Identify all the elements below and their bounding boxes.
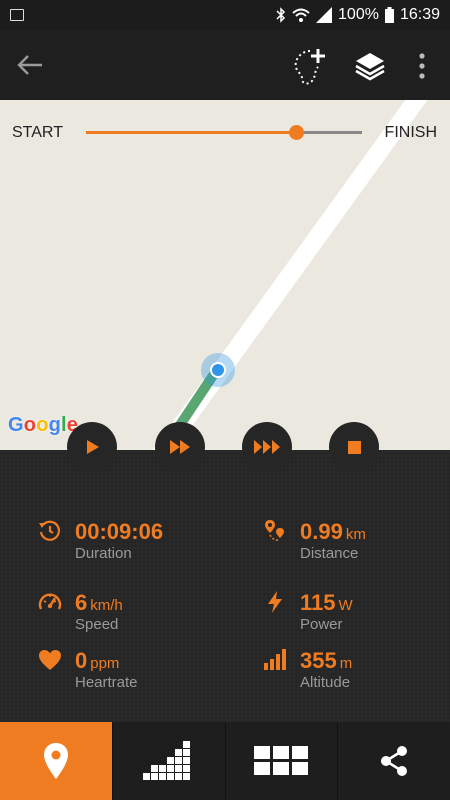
share-icon	[381, 746, 408, 776]
finish-label: FINISH	[384, 124, 437, 141]
playback-controls	[0, 422, 450, 474]
dashboard-grid-icon	[254, 746, 309, 775]
heart-icon	[39, 650, 61, 670]
replay-seekbar: START FINISH	[0, 118, 450, 148]
seekbar-track[interactable]	[86, 125, 362, 140]
speed-value: 6	[75, 590, 88, 615]
lightning-icon	[268, 591, 282, 613]
map-view[interactable]: START FINISH Google	[0, 100, 450, 450]
map-pin-icon	[43, 743, 68, 779]
bottom-nav	[0, 722, 450, 800]
graph-icon	[142, 741, 190, 780]
gallery-notification-icon	[10, 9, 24, 21]
altitude-label: Altitude	[300, 674, 351, 691]
fast-forward-button[interactable]	[155, 422, 205, 472]
heartrate-value: 0	[75, 648, 88, 673]
speedometer-icon	[38, 593, 62, 610]
duration-label: Duration	[75, 545, 132, 562]
play-button[interactable]	[67, 422, 117, 472]
altitude-unit: m	[339, 655, 353, 672]
distance-value: 0.99	[300, 519, 343, 544]
clock-history-icon	[39, 520, 61, 541]
distance-pins-icon	[265, 520, 284, 541]
altitude-value: 355	[300, 648, 337, 673]
bluetooth-icon	[276, 7, 286, 23]
layers-icon[interactable]	[354, 50, 386, 82]
power-value: 115	[300, 590, 336, 615]
distance-label: Distance	[300, 545, 359, 562]
nav-share[interactable]	[337, 722, 450, 800]
nav-graph[interactable]	[111, 722, 225, 800]
map-roads	[152, 100, 428, 450]
start-label: START	[12, 124, 63, 141]
heartrate-unit: ppm	[90, 655, 120, 672]
altitude-bars-icon	[264, 649, 286, 670]
more-vert-icon[interactable]	[416, 52, 428, 80]
stop-button[interactable]	[329, 422, 379, 472]
power-label: Power	[300, 616, 343, 633]
arrow-left-icon[interactable]	[16, 53, 44, 77]
status-bar: 100% 16:39	[0, 0, 450, 30]
play-icon	[87, 440, 99, 454]
speed-label: Speed	[75, 616, 119, 633]
fast-forward-more-icon	[254, 440, 280, 454]
power-unit: W	[338, 597, 353, 614]
heartrate-label: Heartrate	[75, 674, 138, 691]
signal-icon	[316, 7, 333, 23]
clock: 16:39	[399, 6, 440, 23]
stats-panel: 00:09:06 Duration 0.99 km Distance 6 km/h …	[0, 450, 450, 722]
seekbar-progress	[86, 131, 296, 134]
nav-map[interactable]	[0, 722, 112, 800]
toolbar	[0, 30, 450, 100]
status-bar-right: 100% 16:39	[276, 6, 440, 24]
nav-dashboard[interactable]	[224, 722, 338, 800]
route-add-icon[interactable]	[290, 45, 330, 87]
wifi-icon	[292, 8, 310, 22]
duration-value: 00:09:06	[75, 519, 164, 544]
distance-unit: km	[345, 526, 366, 543]
battery-icon	[384, 7, 394, 23]
seekbar-thumb[interactable]	[288, 125, 304, 140]
stop-icon	[347, 440, 361, 454]
speed-unit: km/h	[90, 597, 123, 614]
battery-percent: 100%	[338, 6, 379, 23]
fast-forward-icon	[170, 440, 190, 454]
faster-forward-button[interactable]	[242, 422, 292, 472]
